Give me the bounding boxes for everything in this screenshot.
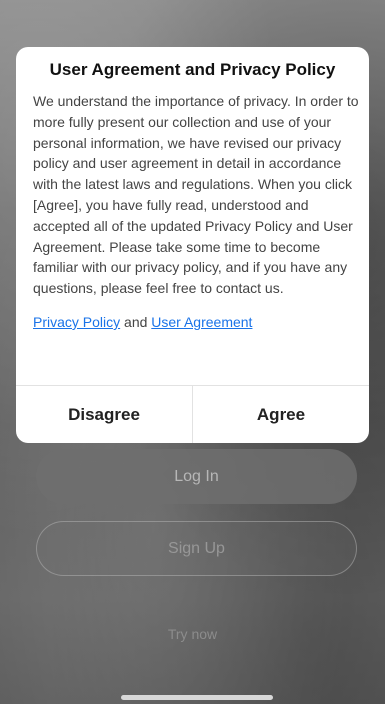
screen: Log In Sign Up Try now User Agreement an… (0, 0, 385, 704)
privacy-policy-link[interactable]: Privacy Policy (33, 314, 120, 330)
user-agreement-link[interactable]: User Agreement (151, 314, 252, 330)
home-indicator[interactable] (121, 695, 273, 700)
dialog-links: Privacy Policy and User Agreement (16, 312, 369, 332)
signup-button-label: Sign Up (168, 539, 225, 557)
dialog-title: User Agreement and Privacy Policy (49, 60, 336, 79)
dialog-body: We understand the importance of privacy.… (33, 93, 359, 297)
try-now-link[interactable]: Try now (0, 626, 385, 642)
login-button[interactable]: Log In (36, 449, 357, 504)
link-joiner: and (124, 313, 148, 330)
signup-button[interactable]: Sign Up (36, 521, 357, 576)
privacy-dialog: User Agreement and Privacy Policy We und… (16, 47, 369, 443)
dialog-footer: Disagree Agree (16, 385, 369, 443)
agree-button[interactable]: Agree (193, 386, 369, 443)
login-button-label: Log In (174, 467, 219, 485)
disagree-button[interactable]: Disagree (16, 386, 193, 443)
